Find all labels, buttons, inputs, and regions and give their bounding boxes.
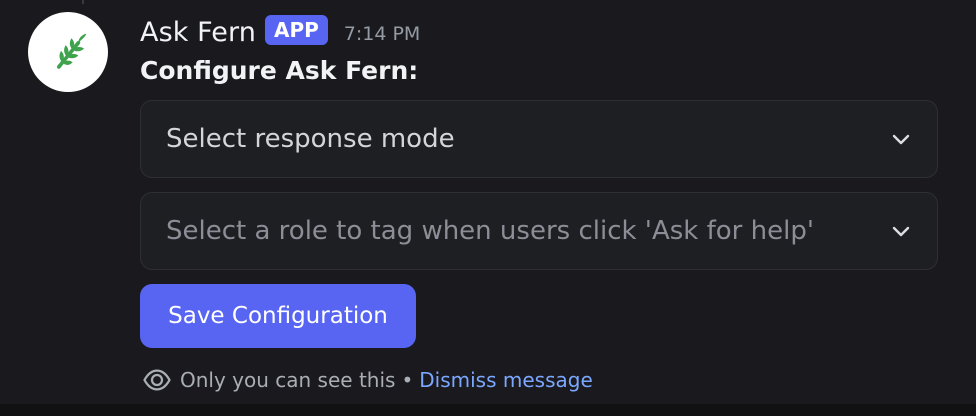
leaf-sprig-icon xyxy=(56,33,87,69)
ephemeral-notice: Only you can see this • Dismiss message xyxy=(142,364,593,396)
response-mode-select[interactable]: Select response mode xyxy=(140,100,938,178)
message-title: Configure Ask Fern: xyxy=(140,56,419,85)
timestamp: 7:14 PM xyxy=(343,23,421,45)
role-tag-select-placeholder: Select a role to tag when users click 'A… xyxy=(166,216,814,246)
bottom-strip xyxy=(0,404,976,416)
app-badge: APP xyxy=(264,15,328,45)
response-mode-select-value: Select response mode xyxy=(166,124,455,154)
eye-icon xyxy=(143,369,171,391)
dismiss-message-link[interactable]: Dismiss message xyxy=(419,368,593,392)
author-name[interactable]: Ask Fern xyxy=(140,17,256,48)
chevron-down-icon xyxy=(892,134,910,145)
chevron-down-icon xyxy=(892,226,910,237)
message-divider-tick xyxy=(82,0,84,4)
role-tag-select[interactable]: Select a role to tag when users click 'A… xyxy=(140,192,938,270)
avatar[interactable] xyxy=(28,12,108,92)
save-configuration-button[interactable]: Save Configuration xyxy=(140,284,416,348)
separator-dot: • xyxy=(401,368,414,392)
message-header: Ask Fern APP 7:14 PM xyxy=(140,12,420,52)
ephemeral-note: Only you can see this xyxy=(180,368,396,392)
